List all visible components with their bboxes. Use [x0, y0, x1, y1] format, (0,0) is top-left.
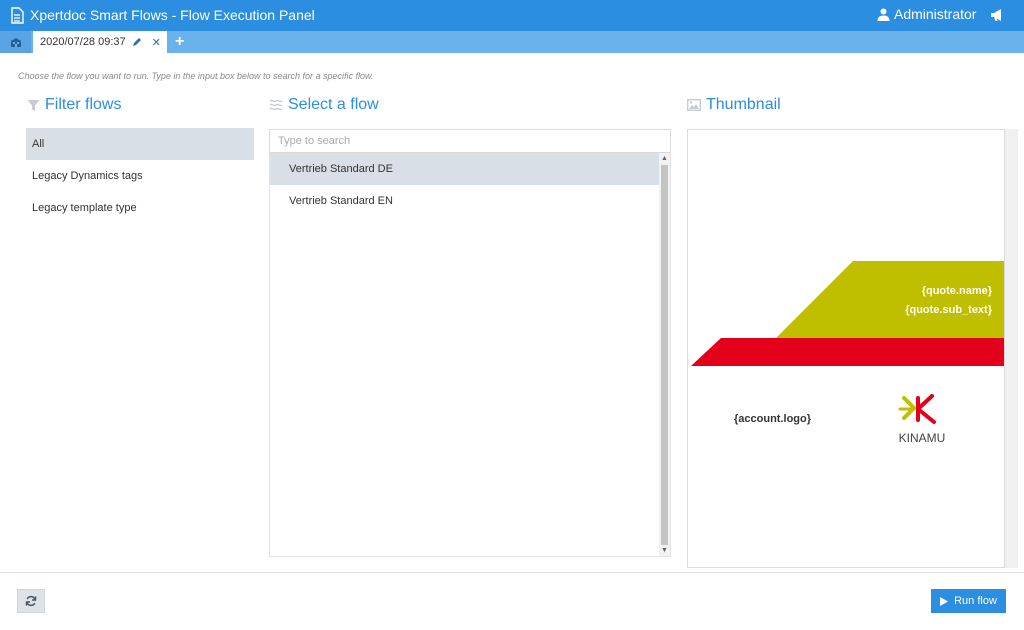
user-icon [877, 8, 890, 21]
close-icon[interactable]: ✕ [152, 36, 161, 49]
quote-sub-text-placeholder: {quote.sub_text} [905, 304, 993, 316]
user-name: Administrator [894, 6, 977, 22]
kinamu-logo: KINAMU [898, 394, 946, 445]
run-flow-label: Run flow [954, 595, 997, 607]
filter-flows-heading: Filter flows [27, 96, 121, 114]
account-logo-placeholder: {account.logo} [734, 413, 812, 425]
title-bar: Xpertdoc Smart Flows - Flow Execution Pa… [0, 0, 1024, 31]
filter-flows-title: Filter flows [45, 96, 122, 113]
scroll-down-icon[interactable]: ▼ [659, 546, 670, 556]
quote-name-placeholder: {quote.name} [922, 285, 993, 297]
filter-item-label: Legacy template type [32, 202, 137, 214]
pencil-icon[interactable] [132, 37, 142, 47]
play-icon [940, 596, 949, 606]
flow-item-label: Vertrieb Standard EN [289, 195, 393, 207]
thumbnail-document: {quote.name} {quote.sub_text} {account.l… [691, 261, 1004, 445]
tab-execution[interactable]: 2020/07/28 09:37 ✕ [33, 31, 167, 53]
home-tab[interactable] [0, 31, 31, 53]
red-band [691, 338, 1004, 366]
flow-item-vertrieb-standard-de[interactable]: Vertrieb Standard DE [270, 153, 660, 185]
filter-item-label: All [32, 138, 45, 150]
select-flow-title: Select a flow [288, 96, 379, 113]
thumbnail-scrollbar[interactable] [1005, 129, 1018, 568]
thumbnail-heading: Thumbnail [687, 96, 781, 114]
kinamu-wordmark: KINAMU [899, 431, 946, 445]
filter-item-label: Legacy Dynamics tags [32, 170, 143, 182]
refresh-icon [25, 595, 37, 607]
waves-icon [269, 99, 283, 111]
select-flow-heading: Select a flow [269, 96, 379, 114]
tab-label: 2020/07/28 09:37 [40, 36, 126, 48]
filter-item-legacy-template-type[interactable]: Legacy template type [26, 192, 254, 224]
thumbnail-preview: {quote.name} {quote.sub_text} {account.l… [687, 129, 1005, 568]
refresh-button[interactable] [17, 589, 45, 613]
building-icon [10, 37, 21, 47]
flow-list-scrollbar[interactable]: ▲ ▼ [659, 153, 670, 556]
search-input[interactable] [269, 129, 671, 153]
scrollbar-thumb[interactable] [661, 165, 668, 545]
scroll-up-icon[interactable]: ▲ [659, 154, 670, 164]
window-title: Xpertdoc Smart Flows - Flow Execution Pa… [30, 7, 315, 23]
document-icon [11, 7, 24, 24]
run-flow-button[interactable]: Run flow [931, 589, 1006, 613]
filter-item-legacy-dynamics-tags[interactable]: Legacy Dynamics tags [26, 160, 254, 192]
footer-divider [0, 572, 1024, 573]
funnel-icon [27, 99, 40, 111]
add-tab-button[interactable]: + [175, 33, 184, 51]
megaphone-icon[interactable] [990, 8, 1004, 22]
filter-item-all[interactable]: All [26, 128, 254, 160]
tab-bar: 2020/07/28 09:37 ✕ + [0, 31, 1024, 53]
flow-list: Vertrieb Standard DE Vertrieb Standard E… [269, 153, 671, 557]
instruction-text: Choose the flow you want to run. Type in… [18, 71, 374, 81]
flow-item-vertrieb-standard-en[interactable]: Vertrieb Standard EN [270, 185, 660, 217]
thumbnail-title: Thumbnail [706, 96, 781, 113]
olive-band [776, 261, 1004, 338]
image-icon [687, 99, 701, 111]
user-menu[interactable]: Administrator [877, 6, 976, 22]
flow-item-label: Vertrieb Standard DE [289, 163, 393, 175]
filter-list: All Legacy Dynamics tags Legacy template… [26, 128, 254, 224]
